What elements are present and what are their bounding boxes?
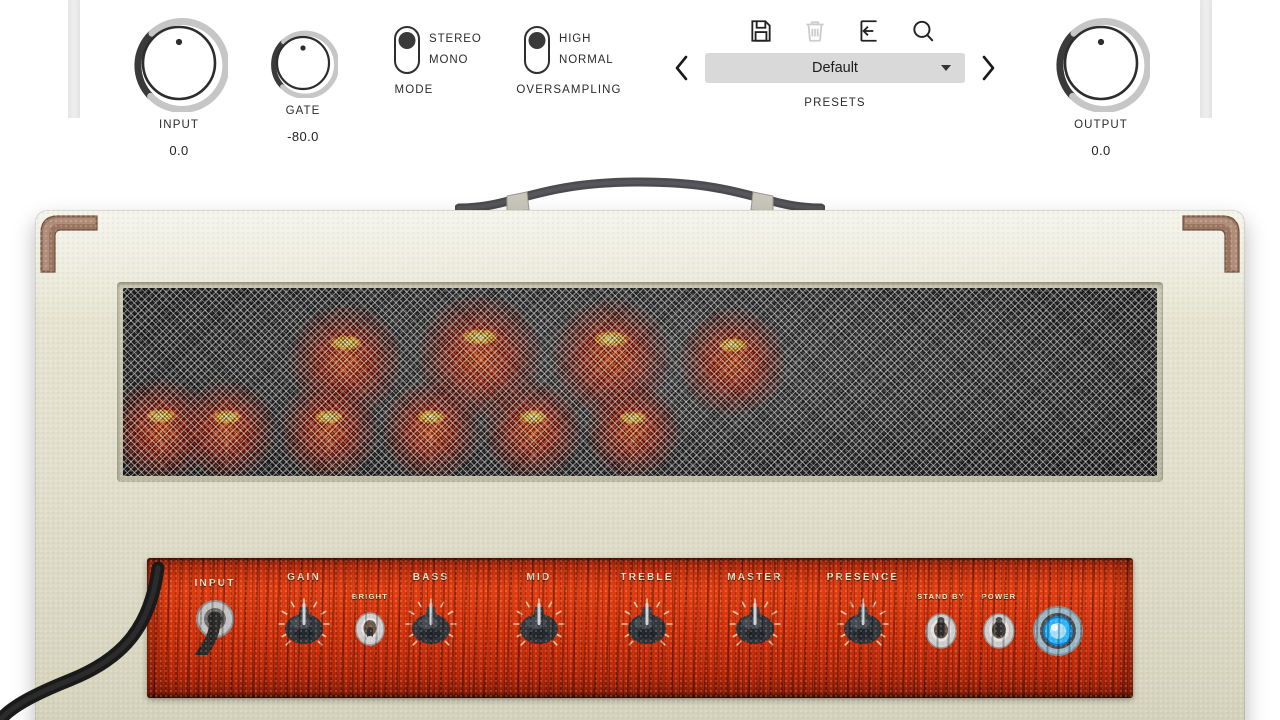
input-knob-label: INPUT — [159, 119, 199, 131]
oversampling-switch[interactable] — [524, 26, 550, 74]
gain-knob[interactable] — [267, 587, 341, 665]
master-knob-group: MASTER — [703, 572, 807, 670]
gate-knob[interactable] — [268, 28, 338, 98]
mode-switch[interactable] — [394, 26, 420, 74]
grille-mesh — [123, 288, 1157, 476]
search-icon — [913, 20, 934, 42]
power-tube-1 — [291, 306, 401, 416]
output-knob[interactable] — [1052, 14, 1150, 112]
preamp-tube-4 — [383, 382, 479, 476]
preamp-tube-1 — [123, 380, 211, 476]
delete-preset-button[interactable] — [802, 18, 828, 44]
treble-knob-group: TREBLE — [595, 572, 699, 670]
oversampling-option-normal[interactable]: NORMAL — [559, 50, 614, 71]
treble-knob[interactable] — [610, 587, 684, 665]
toolbar-rail-right — [1200, 0, 1212, 118]
browse-presets-button[interactable] — [910, 18, 936, 44]
floppy-disk-icon — [751, 20, 771, 42]
chevron-down-icon — [941, 65, 951, 71]
previous-preset-button[interactable] — [669, 51, 695, 85]
tube-cage — [117, 282, 1163, 482]
preamp-tube-5 — [485, 382, 581, 476]
mode-option-stereo[interactable]: STEREO — [429, 29, 482, 50]
mid-knob-group: MID — [487, 572, 591, 670]
presets-caption: PRESETS — [804, 97, 866, 109]
oversampling-switch-group: HIGH NORMAL OVERSAMPLING — [494, 26, 664, 96]
preamp-tube-3 — [281, 382, 377, 476]
mid-knob[interactable] — [502, 587, 576, 665]
output-knob-value: 0.0 — [1091, 143, 1111, 158]
corner-protector-top-right — [1182, 215, 1240, 273]
input-jack[interactable] — [187, 595, 243, 661]
bass-knob-label: BASS — [412, 572, 450, 583]
presets-group: Default PRESETS — [660, 18, 1010, 109]
gate-knob-group: GATE -80.0 — [255, 28, 351, 144]
oversampling-caption: OVERSAMPLING — [516, 84, 622, 96]
oversampling-switch-thumb — [528, 32, 546, 49]
master-knob[interactable] — [718, 587, 792, 665]
corner-protector-top-left — [40, 215, 98, 273]
import-arrow-icon — [860, 20, 877, 42]
bass-knob[interactable] — [394, 587, 468, 665]
power-tube-3 — [553, 300, 669, 416]
tube-grille — [123, 288, 1157, 476]
preamp-tube-6 — [587, 384, 679, 476]
next-preset-button[interactable] — [975, 51, 1001, 85]
presence-knob[interactable] — [826, 587, 900, 665]
power-led-group — [1025, 602, 1091, 665]
mode-caption: MODE — [394, 84, 434, 96]
preamp-tube-2 — [179, 382, 275, 476]
preset-actions — [660, 18, 1010, 44]
preset-dropdown[interactable]: Default — [705, 53, 965, 83]
input-knob-group: INPUT 0.0 — [119, 14, 239, 158]
trash-icon — [806, 21, 824, 42]
mid-knob-label: MID — [526, 572, 552, 583]
preset-selector-row: Default — [660, 51, 1010, 85]
power-tube-4 — [681, 310, 785, 414]
amp-control-panel: INPUT GAIN BRIGHT BASS MID TREBLE MASTER… — [147, 558, 1133, 698]
save-preset-button[interactable] — [748, 18, 774, 44]
gate-knob-value: -80.0 — [287, 129, 319, 144]
gate-knob-label: GATE — [285, 105, 321, 117]
mode-switch-group: STEREO MONO MODE — [366, 26, 506, 96]
import-preset-button[interactable] — [856, 18, 882, 44]
power-tube-2 — [419, 296, 541, 418]
amplifier-graphic: INPUT GAIN BRIGHT BASS MID TREBLE MASTER… — [0, 160, 1280, 720]
top-toolbar: INPUT 0.0 GATE -80.0 STEREO MONO MODE HI… — [0, 0, 1280, 168]
power-led[interactable] — [1029, 602, 1087, 660]
rotary-knob-icon — [134, 17, 228, 112]
output-knob-group: OUTPUT 0.0 — [1041, 14, 1161, 158]
power-switch[interactable] — [977, 605, 1021, 653]
chevron-left-icon — [675, 55, 688, 81]
input-knob[interactable] — [130, 14, 228, 112]
oversampling-option-high[interactable]: HIGH — [559, 29, 614, 50]
chevron-right-icon — [982, 55, 995, 81]
gain-knob-label: GAIN — [287, 572, 321, 583]
output-knob-label: OUTPUT — [1074, 119, 1128, 131]
amp-cabinet: INPUT GAIN BRIGHT BASS MID TREBLE MASTER… — [35, 210, 1245, 720]
treble-knob-label: TREBLE — [620, 572, 674, 583]
bass-knob-group: BASS — [379, 572, 483, 670]
rotary-knob-icon — [1056, 17, 1150, 112]
mode-switch-thumb — [398, 32, 416, 49]
plugin-window: INPUT 0.0 GATE -80.0 STEREO MONO MODE HI… — [0, 0, 1280, 720]
master-knob-label: MASTER — [727, 572, 783, 583]
rotary-knob-icon — [271, 30, 338, 98]
power-switch-label: POWER — [981, 592, 1017, 601]
mode-option-mono[interactable]: MONO — [429, 50, 482, 71]
toolbar-rail-left — [68, 0, 80, 118]
preset-current-name: Default — [812, 60, 858, 76]
presence-knob-label: PRESENCE — [826, 572, 900, 583]
input-knob-value: 0.0 — [169, 143, 189, 158]
